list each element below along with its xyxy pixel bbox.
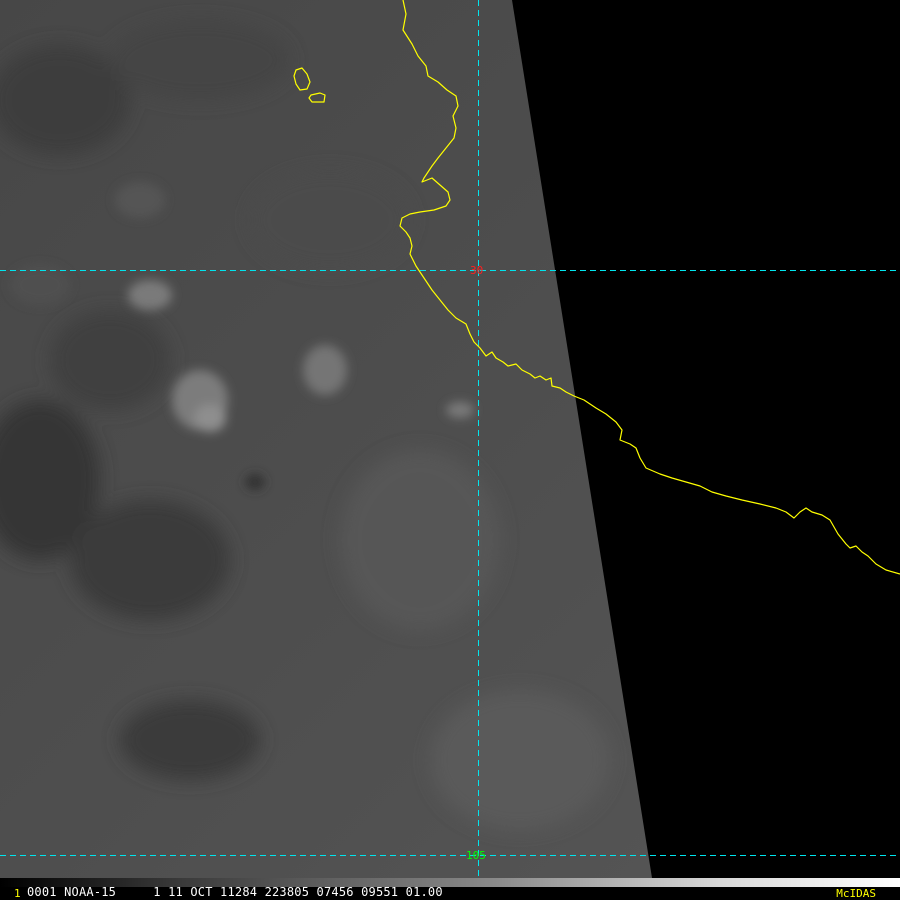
frame-number: 1 xyxy=(14,887,21,900)
latitude-label: 30 xyxy=(470,264,483,277)
satellite-map: 30 105 xyxy=(0,0,900,878)
longitude-label: 105 xyxy=(466,849,486,862)
status-bar: 1 0001 NOAA-15 1 11 OCT 11284 223805 074… xyxy=(0,878,900,900)
image-info-text: 0001 NOAA-15 1 11 OCT 11284 223805 07456… xyxy=(27,885,443,899)
brand-label: McIDAS xyxy=(836,887,876,900)
